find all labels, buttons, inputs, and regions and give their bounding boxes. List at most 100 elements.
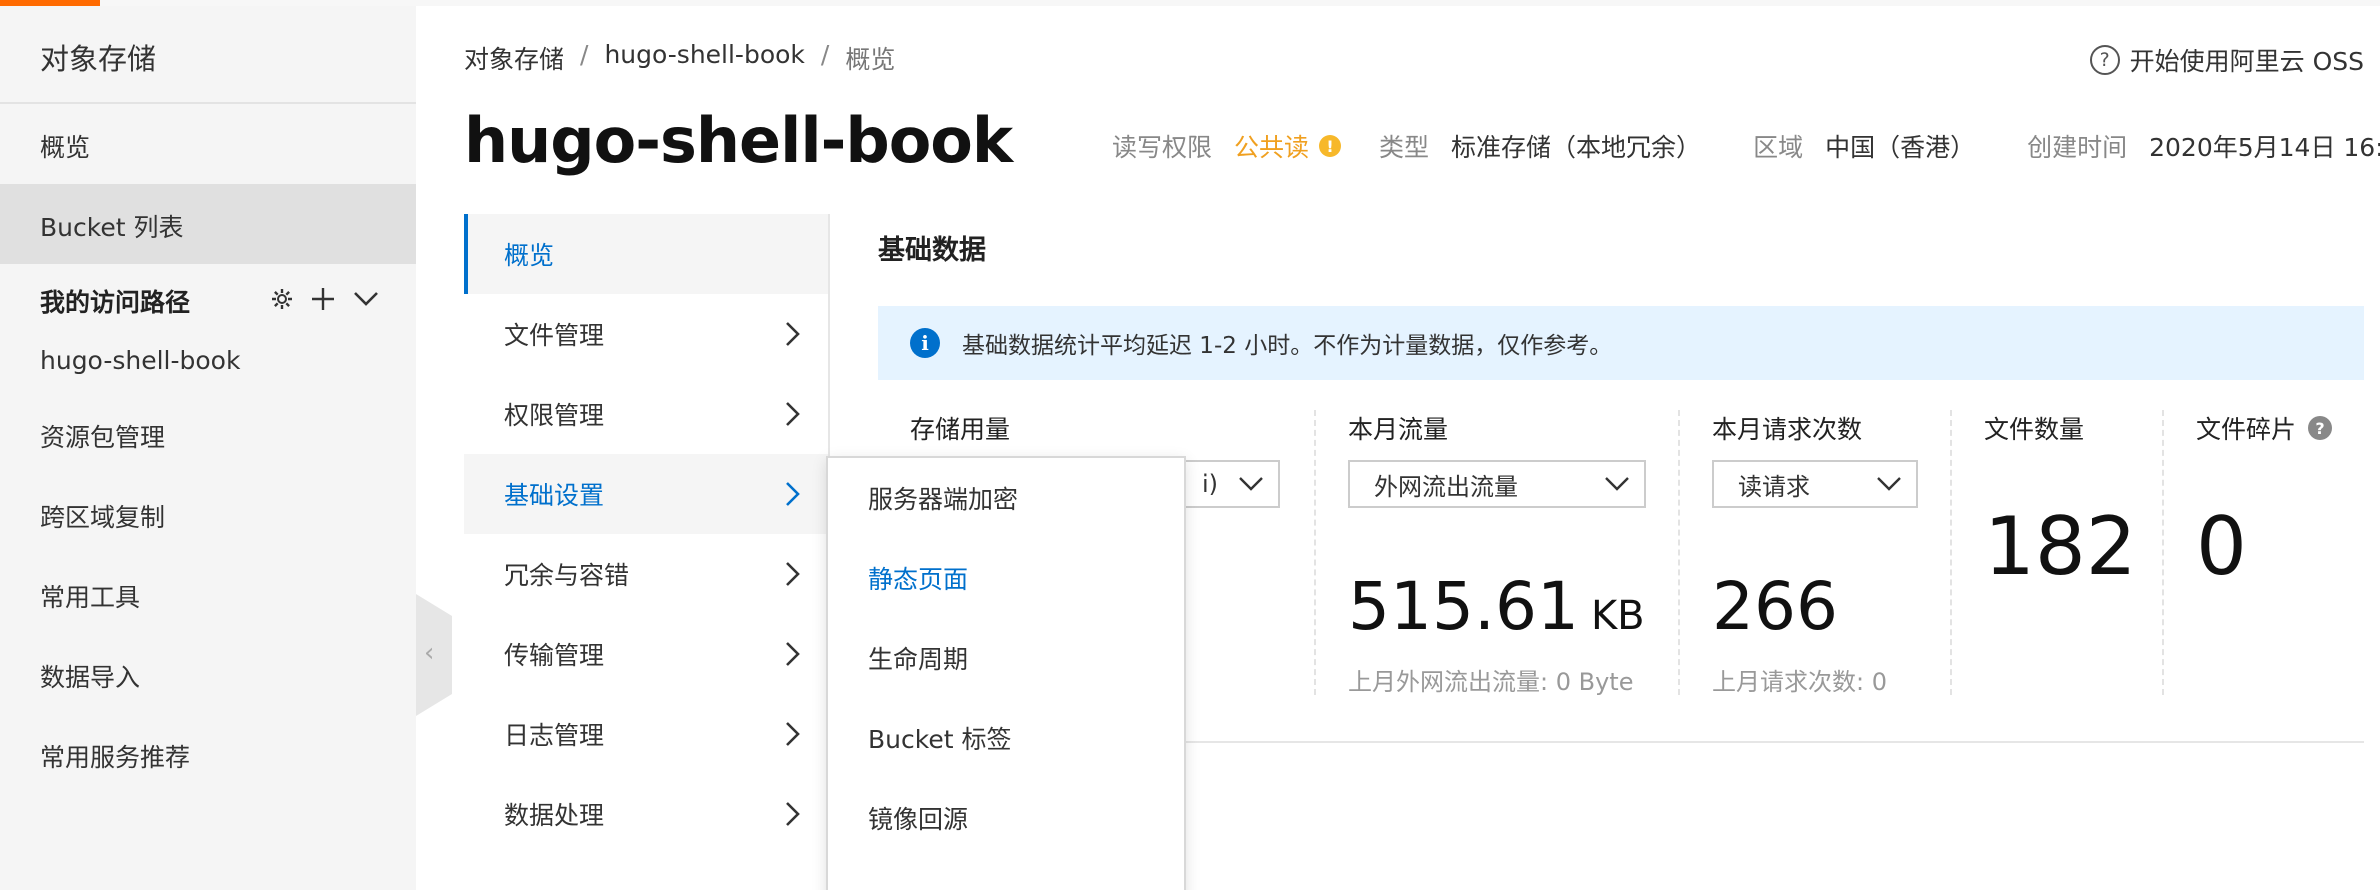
help-icon[interactable]: ? (2308, 416, 2333, 440)
subnav-logging[interactable]: 日志管理 (464, 694, 828, 774)
stat-divider (1678, 410, 1680, 695)
info-text: 基础数据统计平均延迟 1-2 小时。不作为计量数据，仅作参考。 (962, 333, 1613, 359)
subnav-permissions[interactable]: 权限管理 (464, 374, 828, 454)
sidebar-item-bucket[interactable]: hugo-shell-book (40, 346, 240, 375)
bucket-meta: 读写权限 公共读 ! 类型 标准存储（本地冗余） 区域 中国（香港） 创建时间 … (1112, 128, 2380, 164)
access-path-label: 我的访问路径 (40, 288, 191, 317)
created-value: 2020年5月14日 16:33 (2149, 133, 2380, 162)
info-banner: i 基础数据统计平均延迟 1-2 小时。不作为计量数据，仅作参考。 (878, 306, 2364, 380)
subnav-transfer[interactable]: 传输管理 (464, 614, 828, 694)
breadcrumb-bucket[interactable]: hugo-shell-book (604, 40, 804, 76)
breadcrumb: 对象存储 / hugo-shell-book / 概览 (464, 40, 895, 76)
sidebar-item-resource-pkg[interactable]: 资源包管理 (40, 418, 165, 454)
chevron-down-icon (1605, 477, 1629, 491)
chevron-down-icon (1239, 477, 1263, 491)
bucket-subnav: 概览 文件管理 权限管理 基础设置 冗余与容错 传输管理 日志管理 数据处理 (464, 214, 828, 854)
chevron-down-icon (1877, 477, 1901, 491)
help-label: 开始使用阿里云 OSS (2129, 47, 2364, 76)
fragments-value: 0 (2196, 500, 2247, 593)
traffic-number: 515.61 (1348, 568, 1579, 645)
submenu-item-static-page[interactable]: 静态页面 (828, 538, 1184, 618)
chevron-left-icon: ‹ (424, 638, 435, 668)
select-value: 读请求 (1738, 472, 1810, 501)
gear-icon[interactable] (270, 287, 294, 311)
submenu-item-tags[interactable]: Bucket 标签 (828, 698, 1184, 778)
stat-label: 本月请求次数 (1712, 415, 1863, 444)
sidebar-item-overview[interactable]: 概览 (40, 128, 90, 164)
stat-files: 文件数量 182 (1984, 410, 2164, 710)
chevron-right-icon (786, 642, 800, 666)
select-value: i) (1202, 470, 1219, 498)
chevron-right-icon (786, 482, 800, 506)
acl-label: 读写权限 (1112, 133, 1213, 162)
stat-divider (2162, 410, 2164, 695)
sidebar: 对象存储 概览 Bucket 列表 我的访问路径 hugo-shell-book… (0, 6, 416, 890)
page-title: hugo-shell-book (464, 104, 1013, 177)
submenu-item-encryption[interactable]: 服务器端加密 (828, 458, 1184, 538)
files-value: 182 (1984, 500, 2137, 593)
requests-value: 266 (1712, 568, 1838, 645)
traffic-value: 515.61 KB (1348, 568, 1645, 645)
subnav-redundancy[interactable]: 冗余与容错 (464, 534, 828, 614)
subnav-label: 日志管理 (504, 721, 605, 750)
created-label: 创建时间 (2027, 133, 2128, 162)
submenu-item-mirror[interactable]: 镜像回源 (828, 778, 1184, 858)
section-title: 基础数据 (878, 235, 986, 266)
traffic-unit: KB (1590, 593, 1645, 639)
stat-fragments: 文件碎片? 0 (2196, 410, 2376, 710)
chevron-right-icon (786, 562, 800, 586)
stat-label: 文件数量 (1984, 415, 2085, 444)
subnav-processing[interactable]: 数据处理 (464, 774, 828, 854)
subnav-label: 冗余与容错 (504, 561, 630, 590)
traffic-last-month: 上月外网流出流量: 0 Byte (1348, 668, 1634, 696)
sidebar-item-bucket-list[interactable]: Bucket 列表 (40, 208, 183, 244)
requests-select[interactable]: 读请求 (1712, 460, 1918, 508)
help-link[interactable]: ? 开始使用阿里云 OSS (2089, 42, 2364, 78)
chevron-right-icon (786, 402, 800, 426)
subnav-basic-settings[interactable]: 基础设置 (464, 454, 828, 534)
subnav-label: 权限管理 (504, 401, 605, 430)
chevron-right-icon (786, 802, 800, 826)
access-path-header: 我的访问路径 (40, 278, 380, 324)
subnav-label: 基础设置 (504, 481, 605, 510)
traffic-select[interactable]: 外网流出流量 (1348, 460, 1646, 508)
sidebar-item-recommend[interactable]: 常用服务推荐 (40, 738, 190, 774)
chevron-right-icon (786, 722, 800, 746)
submenu-item-lifecycle[interactable]: 生命周期 (828, 618, 1184, 698)
basic-settings-submenu: 服务器端加密 静态页面 生命周期 Bucket 标签 镜像回源 (826, 456, 1186, 890)
subnav-label: 数据处理 (504, 801, 605, 830)
breadcrumb-current: 概览 (845, 45, 896, 74)
subnav-files[interactable]: 文件管理 (464, 294, 828, 374)
region-label: 区域 (1753, 133, 1804, 162)
subnav-label: 概览 (504, 241, 555, 270)
sidebar-collapse-handle[interactable]: ‹ (416, 594, 452, 716)
chevron-down-icon[interactable] (352, 286, 380, 312)
sidebar-item-cross-region[interactable]: 跨区域复制 (40, 498, 165, 534)
sidebar-item-tools[interactable]: 常用工具 (40, 578, 140, 614)
stat-label: 存储用量 (910, 415, 1011, 444)
sidebar-divider (0, 102, 416, 104)
info-icon: i (910, 328, 940, 358)
stat-label: 本月流量 (1348, 415, 1449, 444)
acl-value: 公共读 (1234, 133, 1310, 162)
region-value: 中国（香港） (1825, 133, 1976, 162)
breadcrumb-root[interactable]: 对象存储 (464, 40, 564, 76)
stat-requests: 本月请求次数 读请求 266 上月请求次数: 0 (1712, 410, 1952, 710)
fragments-label: 文件碎片 (2196, 415, 2297, 444)
stat-divider (1950, 410, 1952, 695)
sidebar-item-data-import[interactable]: 数据导入 (40, 658, 140, 694)
type-value: 标准存储（本地冗余） (1451, 133, 1702, 162)
help-icon: ? (2089, 45, 2120, 75)
subnav-overview[interactable]: 概览 (464, 214, 828, 294)
breadcrumb-separator: / (580, 40, 589, 69)
requests-last-month: 上月请求次数: 0 (1712, 668, 1887, 696)
stat-label: 文件碎片? (2196, 410, 2376, 446)
stat-divider (1314, 410, 1316, 695)
warning-icon[interactable]: ! (1319, 135, 1342, 157)
select-value: 外网流出流量 (1374, 472, 1518, 501)
add-icon[interactable] (310, 286, 336, 312)
subnav-label: 文件管理 (504, 321, 605, 350)
subnav-label: 传输管理 (504, 641, 605, 670)
type-label: 类型 (1379, 133, 1430, 162)
sidebar-title: 对象存储 (40, 42, 157, 76)
